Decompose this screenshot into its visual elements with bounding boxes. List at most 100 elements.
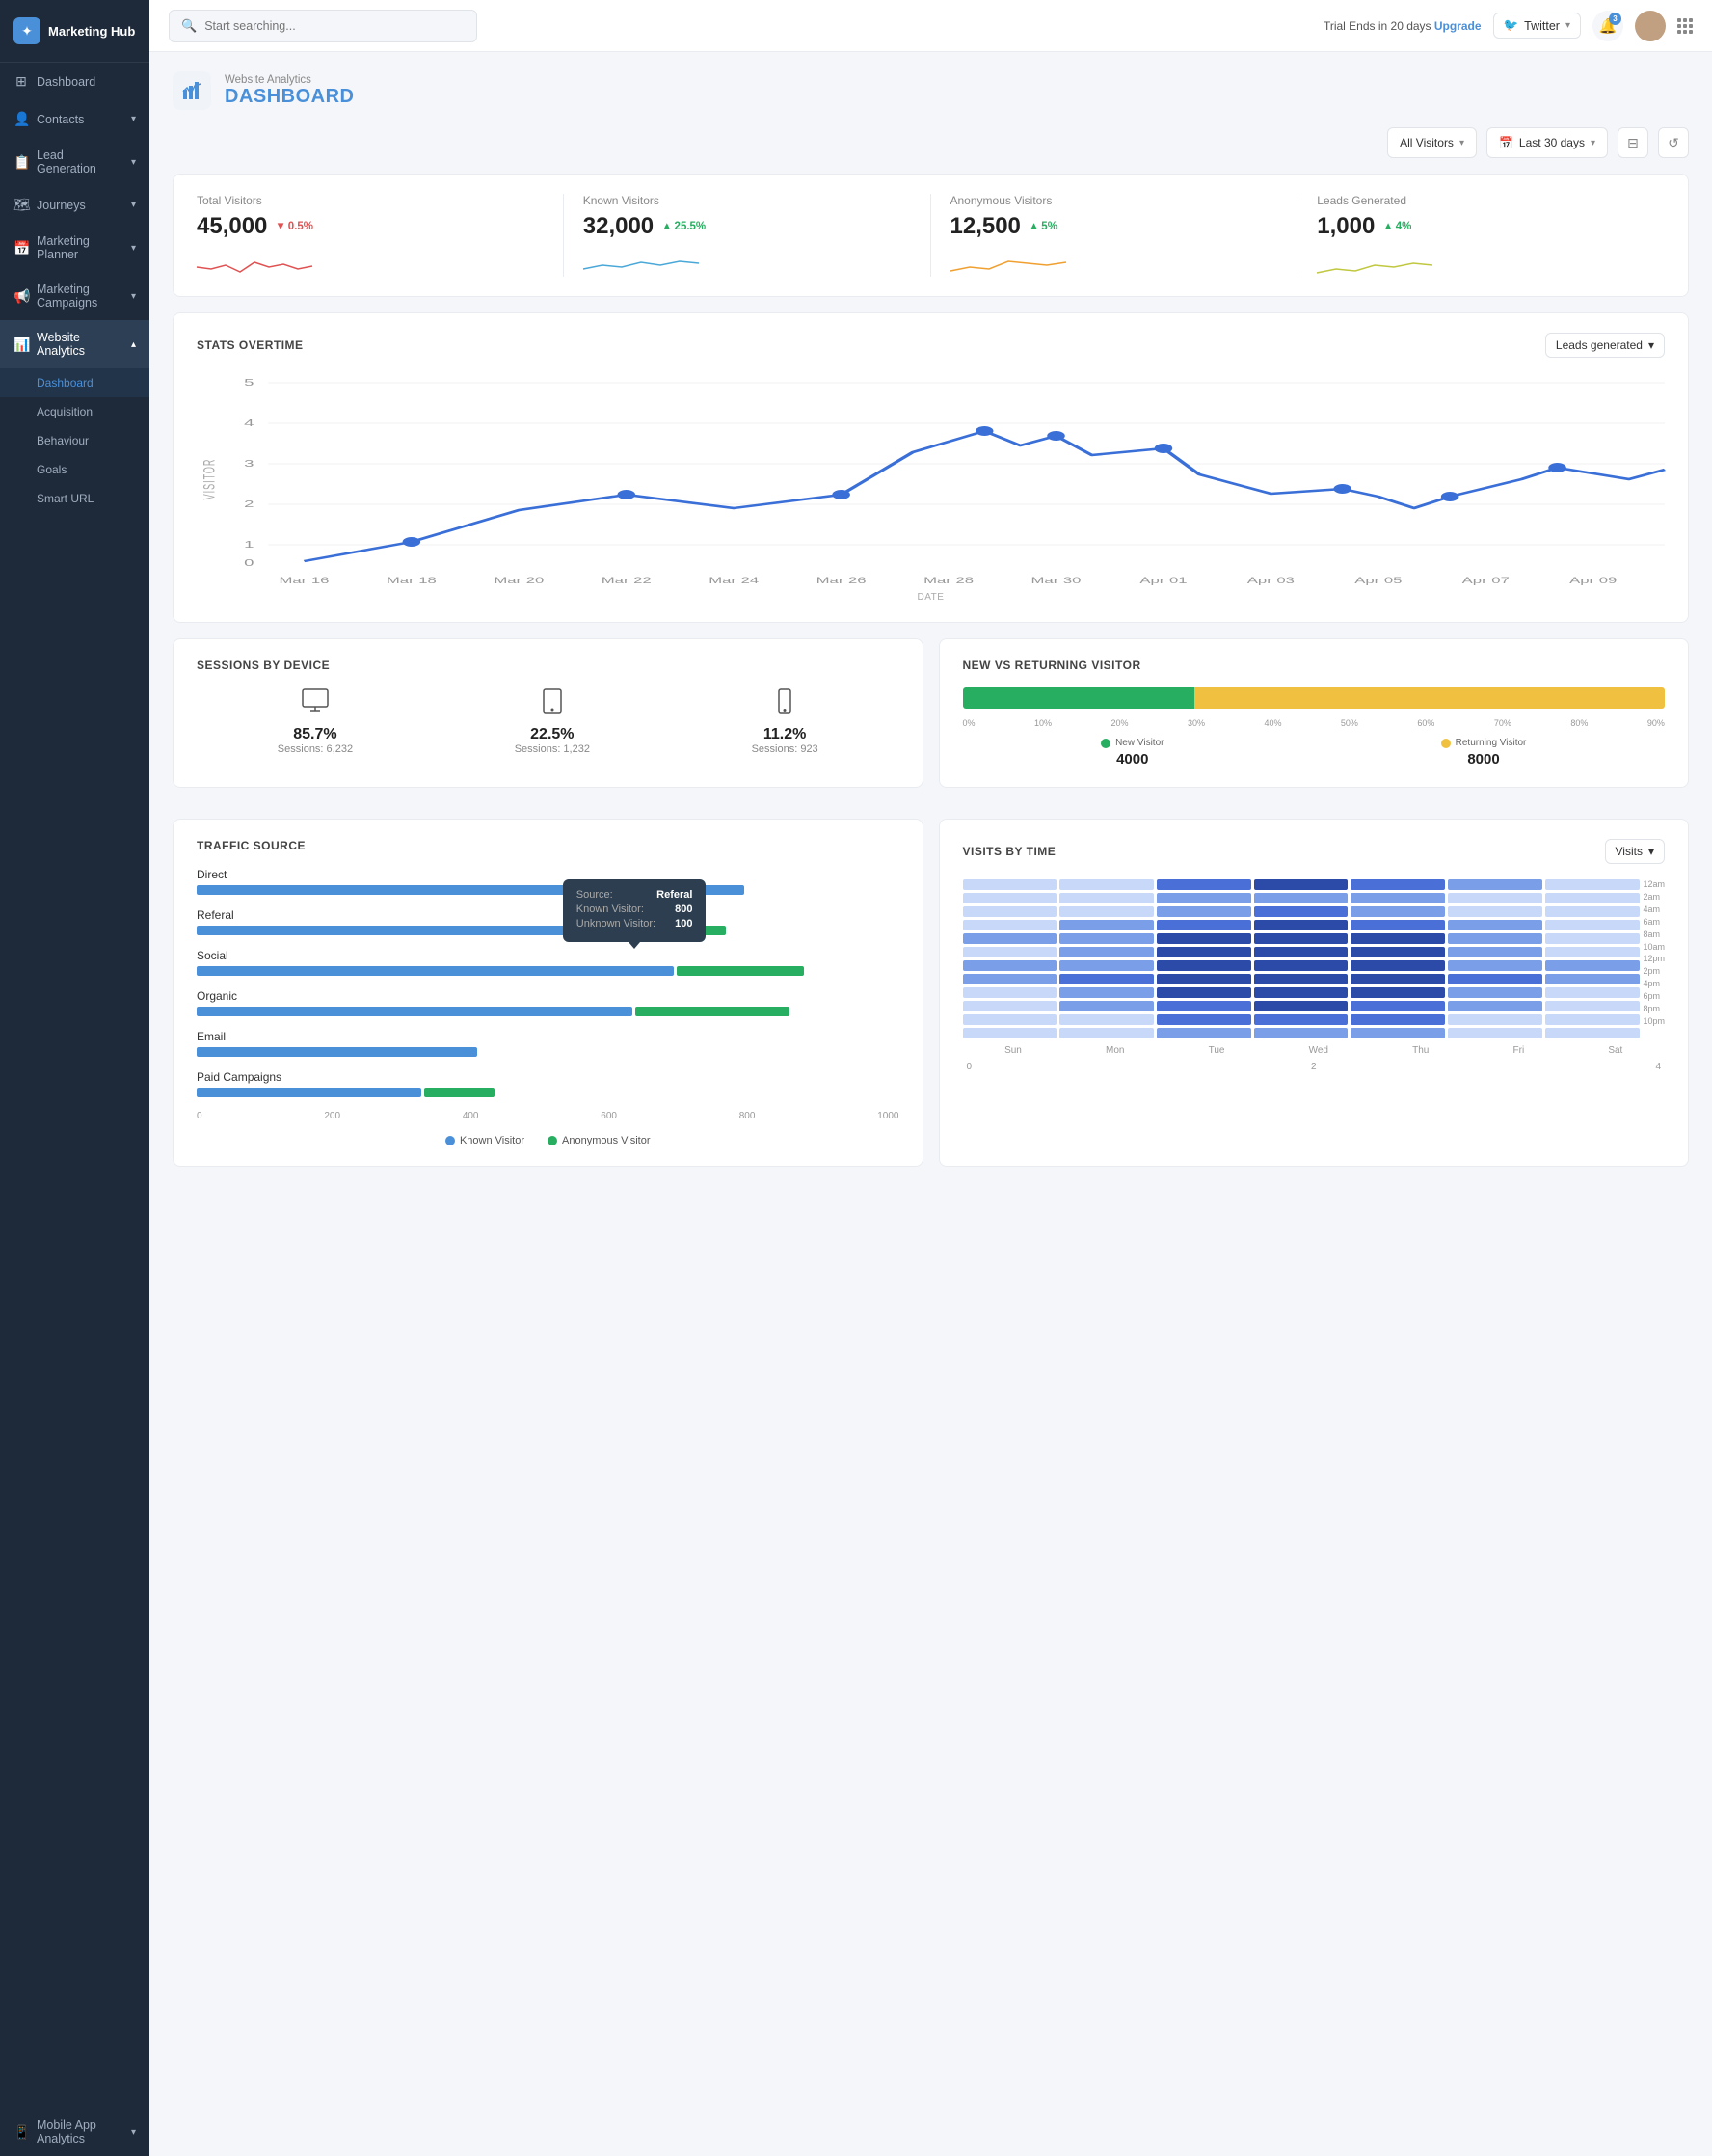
traffic-organic: Organic — [197, 989, 899, 1016]
sidebar-label-journeys: Journeys — [37, 199, 86, 212]
svg-text:Mar 24: Mar 24 — [709, 576, 760, 585]
lead-gen-chevron-icon: ▾ — [131, 157, 136, 168]
notification-badge: 3 — [1609, 13, 1621, 25]
svg-text:5: 5 — [244, 378, 254, 389]
referal-blue-bar — [197, 926, 583, 935]
sidebar-label-marketing-campaigns: Marketing Campaigns — [37, 283, 123, 310]
logo[interactable]: ✦ Marketing Hub — [0, 0, 149, 63]
search-box[interactable]: 🔍 — [169, 10, 477, 42]
visits-dropdown-chevron-icon: ▾ — [1648, 845, 1654, 858]
sidebar-sub-smart-url[interactable]: Smart URL — [0, 484, 149, 513]
sidebar-sub-goals[interactable]: Goals — [0, 455, 149, 484]
sidebar-item-contacts[interactable]: 👤 Contacts ▾ — [0, 100, 149, 138]
marketing-planner-icon: 📅 — [13, 240, 29, 256]
traffic-referal: Referal — [197, 908, 899, 935]
sidebar-item-journeys[interactable]: 🗺 Journeys ▾ — [0, 186, 149, 224]
search-input[interactable] — [204, 19, 465, 33]
trial-badge: Trial Ends in 20 days Upgrade — [1324, 19, 1482, 33]
twitter-label: Twitter — [1524, 19, 1560, 33]
page-content: Website Analytics DASHBOARD All Visitors… — [149, 52, 1712, 2156]
sidebar-sub-behaviour[interactable]: Behaviour — [0, 426, 149, 455]
logo-icon: ✦ — [13, 17, 40, 44]
traffic-paid: Paid Campaigns — [197, 1070, 899, 1097]
sidebar-sub-dashboard[interactable]: Dashboard — [0, 368, 149, 397]
svg-text:Mar 16: Mar 16 — [279, 576, 329, 585]
sidebar-sub-acquisition[interactable]: Acquisition — [0, 397, 149, 426]
anonymous-visitors-change: ▲ 5% — [1029, 221, 1057, 232]
traffic-direct: Direct — [197, 868, 899, 895]
stats-overtime-dropdown-label: Leads generated — [1556, 338, 1643, 352]
traffic-email: Email — [197, 1030, 899, 1057]
x-axis-label: DATE — [197, 592, 1665, 603]
svg-text:VISITOR: VISITOR — [201, 459, 219, 500]
mobile-sessions: Sessions: 923 — [752, 743, 818, 755]
apps-grid-icon[interactable] — [1677, 18, 1693, 34]
sessions-by-device-card: SESSIONS BY DEVICE 85.7% Sessions: 6,232 — [173, 638, 923, 788]
social-green-bar — [677, 966, 803, 976]
mobile-app-chevron-icon: ▾ — [131, 2127, 136, 2138]
filter-funnel-icon: ⊟ — [1627, 135, 1639, 151]
total-visitors-chart — [197, 248, 544, 277]
refresh-button[interactable]: ↺ — [1658, 127, 1689, 158]
traffic-rows: Direct Referal Social — [197, 868, 899, 1097]
svg-text:4: 4 — [244, 418, 254, 429]
visitors-filter[interactable]: All Visitors ▾ — [1387, 127, 1477, 158]
sidebar-item-website-analytics[interactable]: 📊 Website Analytics ▴ — [0, 320, 149, 368]
total-visitors-card: Total Visitors 45,000 ▼ 0.5% — [197, 194, 564, 277]
sidebar-item-marketing-planner[interactable]: 📅 Marketing Planner ▾ — [0, 224, 149, 272]
notification-button[interactable]: 🔔 3 — [1592, 11, 1623, 41]
svg-text:Apr 05: Apr 05 — [1354, 576, 1402, 585]
svg-text:Apr 09: Apr 09 — [1569, 576, 1617, 585]
known-visitors-value: 32,000 ▲ 25.5% — [583, 213, 911, 240]
social-blue-bar — [197, 966, 674, 976]
sub-dashboard-label: Dashboard — [37, 376, 94, 390]
traffic-source-title: TRAFFIC SOURCE — [197, 839, 306, 852]
known-visitors-change: ▲ 25.5% — [661, 221, 706, 232]
visits-dropdown-label: Visits — [1616, 845, 1643, 858]
organic-green-bar — [635, 1007, 789, 1016]
sidebar-item-mobile-app-analytics[interactable]: 📱 Mobile App Analytics ▾ — [0, 2108, 149, 2156]
stats-overtime-title: STATS OVERTIME — [197, 338, 304, 352]
new-vs-returning-card: NEW VS RETURNING VISITOR 0%10%20%30%40%5… — [939, 638, 1690, 788]
stats-overtime-chart: 5 4 3 2 1 0 — [197, 373, 1665, 603]
paid-blue-bar — [197, 1088, 421, 1097]
known-visitors-label: Known Visitors — [583, 194, 911, 207]
stats-overtime-dropdown[interactable]: Leads generated ▾ — [1545, 333, 1665, 358]
logo-text: Marketing Hub — [48, 24, 135, 39]
desktop-icon — [278, 687, 353, 720]
traffic-x-axis: 02004006008001000 — [197, 1111, 899, 1121]
breadcrumb: Website Analytics — [225, 74, 355, 86]
contacts-chevron-icon: ▾ — [131, 114, 136, 124]
upgrade-link[interactable]: Upgrade — [1434, 19, 1482, 33]
date-filter-chevron-icon: ▾ — [1591, 138, 1595, 148]
marketing-campaigns-chevron-icon: ▾ — [131, 291, 136, 302]
sidebar-item-marketing-campaigns[interactable]: 📢 Marketing Campaigns ▾ — [0, 272, 149, 320]
avatar[interactable] — [1635, 11, 1666, 41]
new-vs-returning-header: NEW VS RETURNING VISITOR — [963, 659, 1666, 672]
sidebar-item-dashboard[interactable]: ⊞ Dashboard — [0, 63, 149, 100]
stats-overtime-card: STATS OVERTIME Leads generated ▾ 5 4 — [173, 312, 1689, 623]
sidebar-item-lead-generation[interactable]: 📋 Lead Generation ▾ — [0, 138, 149, 186]
up-arrow-icon2: ▲ — [1029, 221, 1039, 232]
stacked-bar — [963, 687, 1666, 709]
new-visitor-label: New Visitor — [1115, 738, 1164, 748]
tooltip-source-value: Referal — [656, 889, 692, 901]
visits-dropdown[interactable]: Visits ▾ — [1605, 839, 1665, 864]
two-col-section: SESSIONS BY DEVICE 85.7% Sessions: 6,232 — [173, 638, 1689, 803]
tooltip-unknown-value: 100 — [675, 918, 692, 930]
twitter-button[interactable]: 🐦 Twitter ▾ — [1493, 13, 1581, 39]
visits-heatmap: 12am2am4am6am8am10am12pm2pm4pm6pm8pm10pm… — [963, 879, 1666, 1072]
heatmap-grid — [963, 879, 1640, 1041]
desktop-pct: 85.7% — [278, 726, 353, 743]
visits-x-axis: 024 — [963, 1062, 1666, 1072]
visitor-legend: New Visitor 4000 Returning Visitor 8000 — [963, 738, 1666, 768]
anonymous-visitors-chart — [950, 248, 1278, 277]
new-visitor-bar — [963, 687, 1194, 709]
date-filter[interactable]: 📅 Last 30 days ▾ — [1486, 127, 1608, 158]
heatmap-row-labels: 12am2am4am6am8am10am12pm2pm4pm6pm8pm10pm — [1643, 879, 1665, 1041]
sub-smart-url-label: Smart URL — [37, 492, 94, 505]
visitors-filter-chevron-icon: ▾ — [1459, 138, 1464, 148]
new-visitor-legend: New Visitor 4000 — [1101, 738, 1164, 768]
filter-icon-button[interactable]: ⊟ — [1618, 127, 1648, 158]
visitors-filter-label: All Visitors — [1400, 136, 1454, 149]
